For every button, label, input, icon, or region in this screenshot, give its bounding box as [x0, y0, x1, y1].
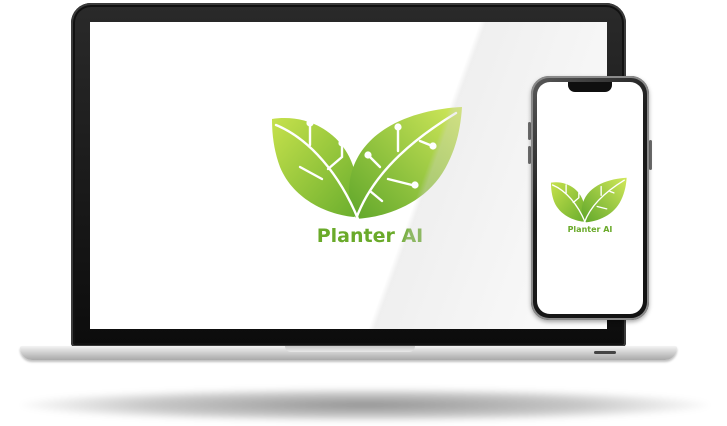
laptop-hinge-notch — [285, 346, 415, 352]
brand-name: Planter AI — [567, 225, 613, 234]
phone-screen: Planter AI — [537, 82, 643, 314]
floor-shadow — [20, 388, 710, 422]
phone-power-button — [649, 140, 652, 170]
laptop-logo — [270, 105, 470, 223]
brand-name: Planter AI — [316, 225, 424, 247]
leaf-circuit-icon — [550, 177, 627, 224]
laptop-screen: Planter AI — [90, 22, 607, 329]
phone-notch — [568, 82, 612, 92]
device-mockup-scene: Planter AI Planter AI — [0, 0, 727, 426]
phone-logo — [550, 177, 630, 224]
leaf-circuit-icon — [272, 107, 462, 221]
laptop-foot — [594, 351, 616, 354]
